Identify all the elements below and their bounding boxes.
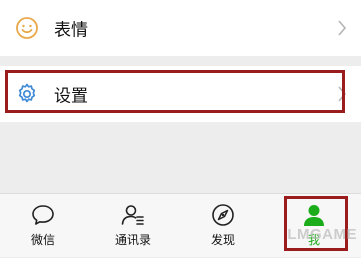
chevron-right-icon xyxy=(338,20,347,36)
gear-icon xyxy=(18,83,36,103)
smiley-icon xyxy=(16,17,38,39)
tab-discover[interactable]: 发现 xyxy=(178,194,268,258)
menu-row-settings[interactable]: 设置 xyxy=(0,66,361,122)
tab-label-chats: 微信 xyxy=(30,233,55,247)
tab-contacts[interactable]: 通讯录 xyxy=(88,194,178,258)
tab-label-contacts: 通讯录 xyxy=(114,233,151,247)
menu-row-emoji-label: 表情 xyxy=(54,20,88,40)
bottom-tab-bar: 微信 通讯录 发现 我 xyxy=(0,193,361,257)
tab-chats[interactable]: 微信 xyxy=(0,194,88,258)
tab-label-discover: 发现 xyxy=(210,233,235,247)
chat-bubble-icon xyxy=(32,205,54,225)
compass-icon xyxy=(212,204,234,226)
person-icon xyxy=(304,205,324,226)
menu-row-settings-label: 设置 xyxy=(54,86,88,106)
contacts-icon xyxy=(121,205,144,225)
chevron-right-icon xyxy=(338,86,347,102)
watermark: LMGAME xyxy=(287,226,357,243)
menu-row-emoji[interactable]: 表情 xyxy=(0,0,361,56)
